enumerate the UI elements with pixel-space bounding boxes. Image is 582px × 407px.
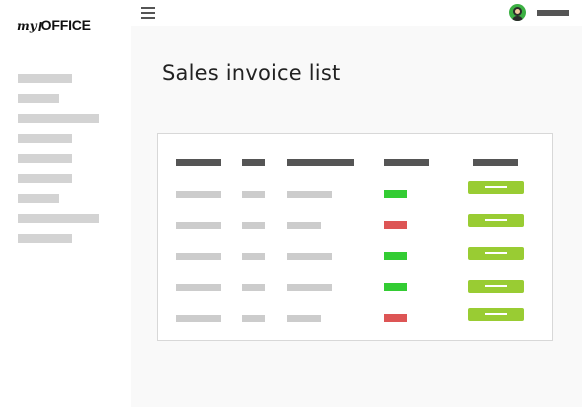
column-header[interactable] xyxy=(287,159,354,166)
column-header[interactable] xyxy=(242,159,265,166)
table-cell xyxy=(242,284,265,291)
sidebar: my OFFICE xyxy=(0,0,131,407)
column-header[interactable] xyxy=(473,159,518,166)
row-action-button[interactable] xyxy=(468,247,524,260)
table-cell xyxy=(287,222,321,229)
table-cell xyxy=(176,222,221,229)
status-badge xyxy=(384,252,407,260)
table-cell xyxy=(287,191,332,198)
table-cell xyxy=(287,284,332,291)
sidebar-item[interactable] xyxy=(18,94,59,103)
topbar xyxy=(131,0,582,26)
table-cell xyxy=(176,191,221,198)
row-action-button[interactable] xyxy=(468,280,524,293)
column-header[interactable] xyxy=(176,159,221,166)
row-action-button[interactable] xyxy=(468,181,524,194)
sidebar-item[interactable] xyxy=(18,134,72,143)
sidebar-item[interactable] xyxy=(18,114,99,123)
row-action-button[interactable] xyxy=(468,308,524,321)
sidebar-item[interactable] xyxy=(18,194,59,203)
table-cell xyxy=(242,191,265,198)
hamburger-icon[interactable] xyxy=(141,7,155,19)
sidebar-item[interactable] xyxy=(18,234,72,243)
sidebar-item[interactable] xyxy=(18,154,72,163)
status-badge xyxy=(384,314,407,322)
status-badge xyxy=(384,190,407,198)
table-cell xyxy=(176,253,221,260)
logo-prefix: my xyxy=(17,19,37,33)
sidebar-item[interactable] xyxy=(18,214,99,223)
app-logo[interactable]: my OFFICE xyxy=(17,12,91,32)
table-cell xyxy=(176,315,221,322)
status-badge xyxy=(384,283,407,291)
column-header[interactable] xyxy=(384,159,429,166)
table-cell xyxy=(287,315,321,322)
user-avatar-icon[interactable] xyxy=(509,4,526,21)
table-cell xyxy=(242,315,265,322)
table-cell xyxy=(242,222,265,229)
row-action-button[interactable] xyxy=(468,214,524,227)
sidebar-nav xyxy=(18,74,99,254)
sidebar-item[interactable] xyxy=(18,174,72,183)
invoice-table xyxy=(157,133,553,341)
status-badge xyxy=(384,221,407,229)
sidebar-item[interactable] xyxy=(18,74,72,83)
main-content: Sales invoice list xyxy=(131,26,582,407)
table-cell xyxy=(287,253,332,260)
user-name[interactable] xyxy=(537,10,569,16)
page-title: Sales invoice list xyxy=(162,61,341,85)
logo-name: OFFICE xyxy=(40,17,91,33)
table-cell xyxy=(242,253,265,260)
table-cell xyxy=(176,284,221,291)
